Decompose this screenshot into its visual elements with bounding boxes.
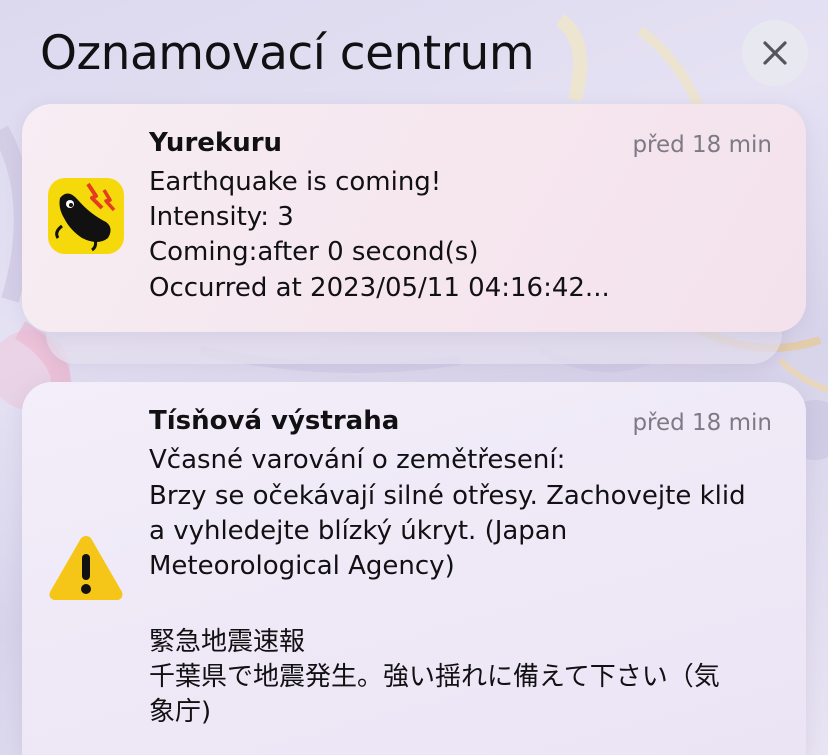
notification-body-line: Intensity: 3: [149, 202, 294, 232]
notification-card-emergency-alert[interactable]: Tísňová výstraha před 18 min Včasné varo…: [22, 382, 806, 755]
notification-body-line: Meteorological Agency): [149, 551, 455, 581]
warning-triangle-icon: [46, 532, 126, 604]
page-title: Oznamovací centrum: [40, 26, 535, 81]
notification-body-line: a vyhledejte blízký úkryt. (Japan: [149, 516, 568, 546]
notification-app-name: Yurekuru: [149, 128, 283, 158]
notification-body-line: Coming:after 0 second(s): [149, 237, 479, 267]
notification-body-line: 象庁): [149, 697, 212, 727]
notification-body-line: 緊急地震速報: [149, 627, 306, 657]
notification-card-yurekuru[interactable]: Yurekuru před 18 min Earthquake is comin…: [22, 104, 806, 332]
xmark-icon: [763, 41, 787, 65]
notification-body-line: Včasné varování o zemětřesení:: [149, 445, 566, 475]
notification-body-line: Occurred at 2023/05/11 04:16:42...: [149, 273, 610, 303]
notification-time: před 18 min: [632, 132, 772, 158]
notification-body-line: 千葉県で地震発生。強い揺れに備えて下さい（気: [149, 662, 720, 692]
close-button[interactable]: [742, 20, 808, 86]
notification-time: před 18 min: [632, 410, 772, 436]
notification-app-name: Tísňová výstraha: [149, 406, 400, 436]
notification-body-line: Brzy se očekávají silné otřesy. Zachovej…: [149, 481, 746, 511]
yurekuru-catfish-icon: [48, 178, 124, 254]
notification-body-line: Earthquake is coming!: [149, 167, 442, 197]
